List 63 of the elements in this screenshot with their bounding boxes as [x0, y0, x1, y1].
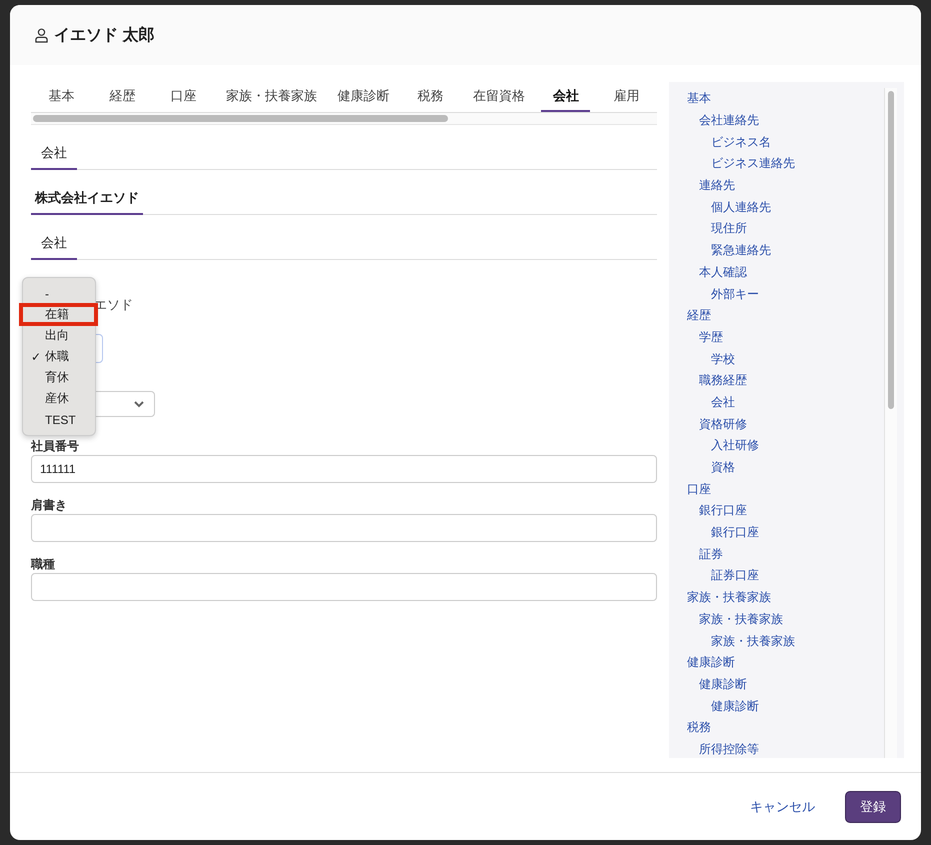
scrollbar[interactable] [884, 88, 897, 758]
outline-link[interactable]: 会社 [711, 394, 735, 411]
tab[interactable]: 健康診断 [326, 82, 400, 112]
outline-link[interactable]: 健康診断 [687, 654, 735, 672]
outline-link[interactable]: ビジネス名 [711, 134, 771, 151]
input-field[interactable]: 111111 [31, 455, 657, 483]
chevron-icon [134, 400, 144, 408]
outline-link[interactable]: 健康診断 [711, 698, 759, 715]
input-field[interactable] [31, 573, 657, 601]
tab[interactable]: 家族・扶養家族 [214, 82, 326, 112]
outline-link[interactable]: 銀行口座 [699, 502, 747, 520]
field-label: 社員番号 [31, 438, 80, 455]
outline-link[interactable]: 現住所 [711, 220, 747, 238]
section-heading: 会社 [31, 234, 77, 260]
outline-link[interactable]: 家族・扶養家族 [687, 589, 771, 606]
company-heading: 株式会社イエソド [31, 189, 143, 215]
outline-link[interactable]: 緊急連絡先 [711, 242, 771, 260]
dropdown-option[interactable]: 在籍 [20, 304, 97, 325]
scrollbar[interactable] [31, 113, 657, 125]
tab[interactable]: 経歴 [92, 82, 153, 112]
outline-link[interactable]: 銀行口座 [711, 524, 759, 542]
dropdown-option[interactable]: ✓ 休職 [23, 346, 95, 367]
outline-link[interactable]: ビジネス連絡先 [711, 155, 795, 172]
outline-link[interactable]: 基本 [687, 90, 711, 108]
outline-link[interactable]: 証券口座 [711, 567, 759, 584]
outline-link[interactable]: 税務 [687, 719, 711, 736]
tab[interactable]: 雇用 [596, 82, 657, 112]
outline-link[interactable]: 家族・扶養家族 [699, 610, 783, 628]
outline-link[interactable]: 家族・扶養家族 [711, 632, 795, 650]
section-heading: 会社 [31, 144, 77, 170]
outline-link[interactable]: 経歴 [687, 307, 711, 324]
outline-link[interactable]: 資格研修 [699, 416, 747, 433]
tab[interactable]: 在留資格 [460, 82, 535, 112]
outline-link[interactable]: 資格 [711, 459, 735, 476]
outline-link[interactable]: 証券 [699, 546, 723, 563]
outline-link[interactable]: 入社研修 [711, 437, 759, 454]
cancel-button[interactable]: キャンセル [744, 796, 821, 816]
outline-link[interactable]: 所得控除等 [699, 740, 759, 758]
outline-link[interactable]: 健康診断 [699, 676, 747, 693]
outline-link[interactable]: 学歴 [699, 328, 723, 346]
dropdown-option[interactable]: 育休 [23, 367, 95, 388]
outline-link[interactable]: 会社連絡先 [699, 112, 759, 130]
outline-link[interactable]: 連絡先 [699, 177, 735, 194]
input-field[interactable] [31, 514, 657, 542]
tab[interactable]: 税務 [400, 82, 461, 112]
dropdown-option[interactable]: - [23, 283, 95, 304]
outline-link[interactable]: 口座 [687, 480, 711, 498]
submit-button[interactable]: 登録 [845, 790, 901, 822]
field-label: 肩書き [31, 497, 68, 514]
outline-link[interactable]: 本人確認 [699, 264, 747, 281]
outline-link[interactable]: 個人連絡先 [711, 198, 771, 216]
dropdown-option[interactable]: 出向 [23, 325, 95, 346]
dropdown-option[interactable]: 産休 [23, 388, 95, 409]
outline-link[interactable]: 職務経歴 [699, 372, 747, 390]
modal-title: イエソド 太郎 [54, 25, 154, 46]
outline-link[interactable]: 外部キー [711, 286, 759, 303]
tab[interactable]: 口座 [153, 82, 214, 112]
user-icon [35, 28, 48, 42]
check-icon: ✓ [31, 350, 42, 364]
dropdown-option[interactable]: TEST [23, 409, 95, 430]
tab[interactable]: 基本 [31, 82, 92, 112]
field-label: 職種 [31, 556, 56, 573]
outline-link[interactable]: 学校 [711, 350, 735, 368]
